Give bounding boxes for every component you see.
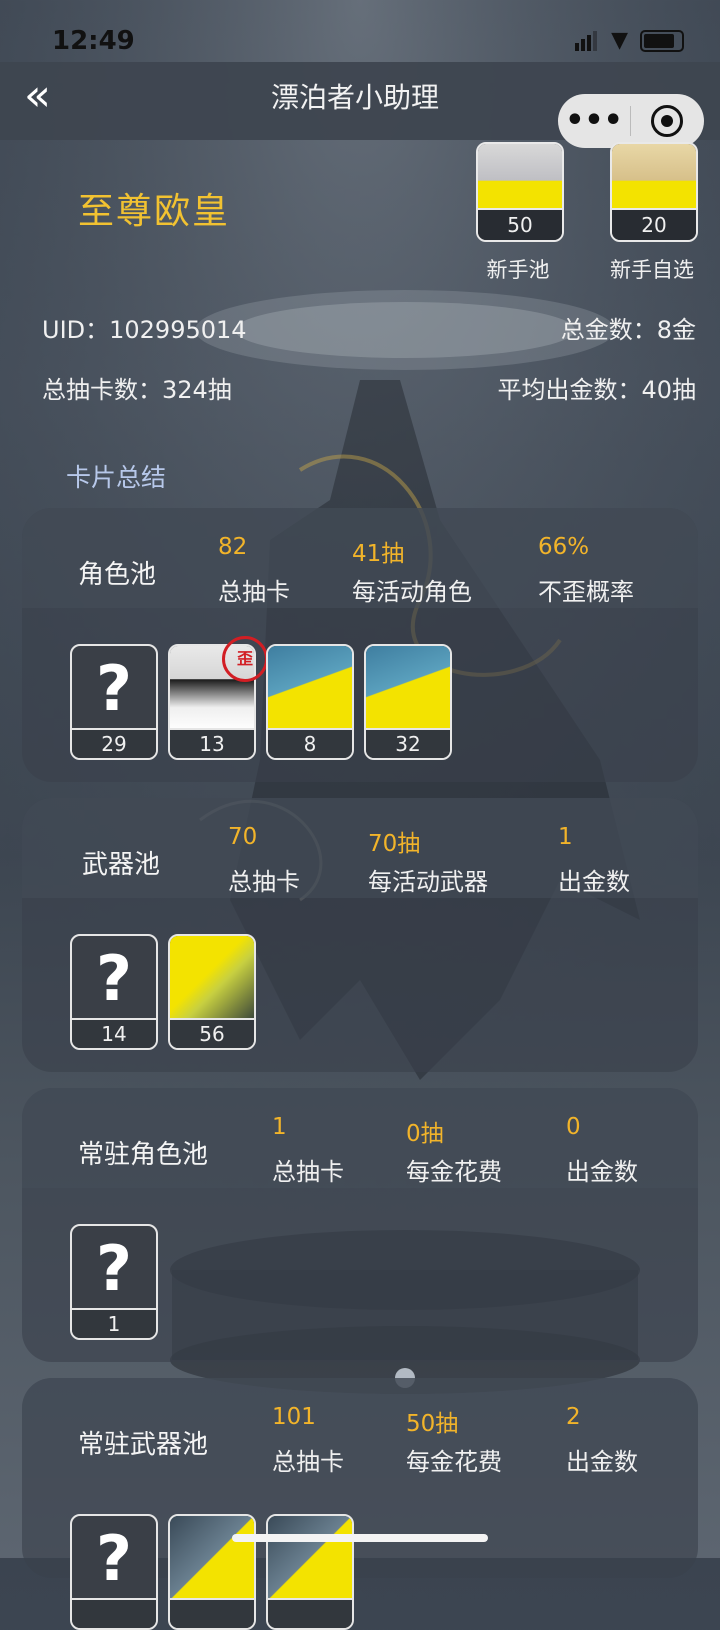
newbie-pool-thumb[interactable]: 50 (476, 142, 564, 242)
question-mark-icon: ? (96, 1522, 132, 1595)
stat-label: 出金数 (558, 868, 630, 896)
stat-label: 每活动角色 (352, 578, 472, 606)
uid-text: UID：102995014 (42, 316, 247, 344)
question-mark-icon: ? (96, 652, 132, 725)
pool-count: 20 (612, 208, 696, 240)
question-mark-icon: ? (96, 942, 132, 1015)
weapon-pool-card: 武器池 70 总抽卡 70抽 每活动武器 1 出金数 ? 14 56 (22, 798, 698, 1072)
sword-icon (170, 936, 254, 1018)
pool-label: 新手池 (486, 258, 550, 282)
status-time: 12:49 (52, 26, 135, 56)
stat-value: 41抽 (352, 541, 405, 567)
stat-label: 每金花费 (406, 1158, 502, 1186)
status-icons: ▼ (575, 30, 684, 52)
section-title: 卡片总结 (66, 463, 167, 492)
pool-label: 新手自选 (610, 258, 694, 282)
pool-name: 常驻角色池 (78, 1140, 209, 1170)
stat-value: 101 (272, 1404, 316, 1430)
stat-value: 82 (218, 534, 248, 560)
character-portrait-icon (478, 144, 562, 210)
standard-character-pool-card: 常驻角色池 1 总抽卡 0抽 每金花费 0 出金数 ? 1 (22, 1088, 698, 1362)
weapon-card[interactable]: 56 (168, 934, 256, 1050)
card-count (268, 1598, 352, 1628)
character-portrait-icon (366, 646, 450, 728)
pool-name: 常驻武器池 (78, 1430, 209, 1460)
character-portrait-icon (612, 144, 696, 210)
total-pulls: 总抽卡数：324抽 (42, 376, 232, 404)
card-count: 1 (72, 1308, 156, 1338)
stat-value: 66% (538, 534, 590, 560)
stat-value: 1 (272, 1114, 287, 1140)
card-count: 32 (366, 728, 450, 758)
card-count: 8 (268, 728, 352, 758)
stat-label: 总抽卡 (272, 1448, 344, 1476)
stat-value: 1 (558, 824, 573, 850)
standard-weapon-pool-card: 常驻武器池 101 总抽卡 50抽 每金花费 2 出金数 ? (22, 1378, 698, 1630)
stat-value: 0抽 (406, 1121, 444, 1147)
avg-gold: 平均出金数：40抽 (497, 376, 696, 404)
unknown-card[interactable]: ? (70, 1514, 158, 1630)
stat-value: 70抽 (368, 831, 421, 857)
stat-value: 0 (566, 1114, 581, 1140)
card-count: 13 (170, 728, 254, 758)
newbie-select-thumb[interactable]: 20 (610, 142, 698, 242)
total-gold: 总金数：8金 (560, 316, 696, 344)
stat-label: 总抽卡 (272, 1158, 344, 1186)
stat-label: 每活动武器 (368, 868, 488, 896)
stat-value: 70 (228, 824, 258, 850)
card-count: 14 (72, 1018, 156, 1048)
character-card[interactable]: 8 (266, 644, 354, 760)
more-dots-icon[interactable]: ••• (558, 106, 630, 136)
unknown-card[interactable]: ? 29 (70, 644, 158, 760)
card-count: 56 (170, 1018, 254, 1048)
pool-name: 角色池 (78, 560, 157, 590)
unknown-card[interactable]: ? 1 (70, 1224, 158, 1340)
battery-icon (640, 30, 684, 52)
weapon-icon (268, 1516, 352, 1598)
weapon-icon (170, 1516, 254, 1598)
pool-name: 武器池 (82, 850, 161, 880)
wifi-icon: ▼ (611, 28, 628, 53)
stat-value: 2 (566, 1404, 581, 1430)
stat-label: 每金花费 (406, 1448, 502, 1476)
unknown-card[interactable]: ? 14 (70, 934, 158, 1050)
weapon-card[interactable] (168, 1514, 256, 1630)
card-count: 29 (72, 728, 156, 758)
stat-label: 总抽卡 (218, 578, 290, 606)
home-indicator[interactable] (232, 1534, 488, 1542)
stat-value: 50抽 (406, 1411, 459, 1437)
card-count (72, 1598, 156, 1628)
stat-label: 总抽卡 (228, 868, 300, 896)
character-pool-card: 角色池 82 总抽卡 41抽 每活动角色 66% 不歪概率 ? 29 13 歪 … (22, 508, 698, 782)
card-count (170, 1598, 254, 1628)
off-rate-stamp: 歪 (222, 636, 268, 682)
pool-count: 50 (478, 208, 562, 240)
stat-label: 出金数 (566, 1448, 638, 1476)
stat-label: 出金数 (566, 1158, 638, 1186)
question-mark-icon: ? (96, 1232, 132, 1305)
stat-label: 不歪概率 (538, 578, 634, 606)
character-card[interactable]: 32 (364, 644, 452, 760)
status-bar: 12:49 ▼ (0, 0, 720, 62)
weapon-card[interactable] (266, 1514, 354, 1630)
mini-program-capsule: ••• (558, 94, 704, 148)
target-circle-icon[interactable] (631, 105, 703, 137)
character-portrait-icon (268, 646, 352, 728)
signal-icon (575, 31, 599, 51)
rank-title: 至尊欧皇 (78, 191, 231, 232)
